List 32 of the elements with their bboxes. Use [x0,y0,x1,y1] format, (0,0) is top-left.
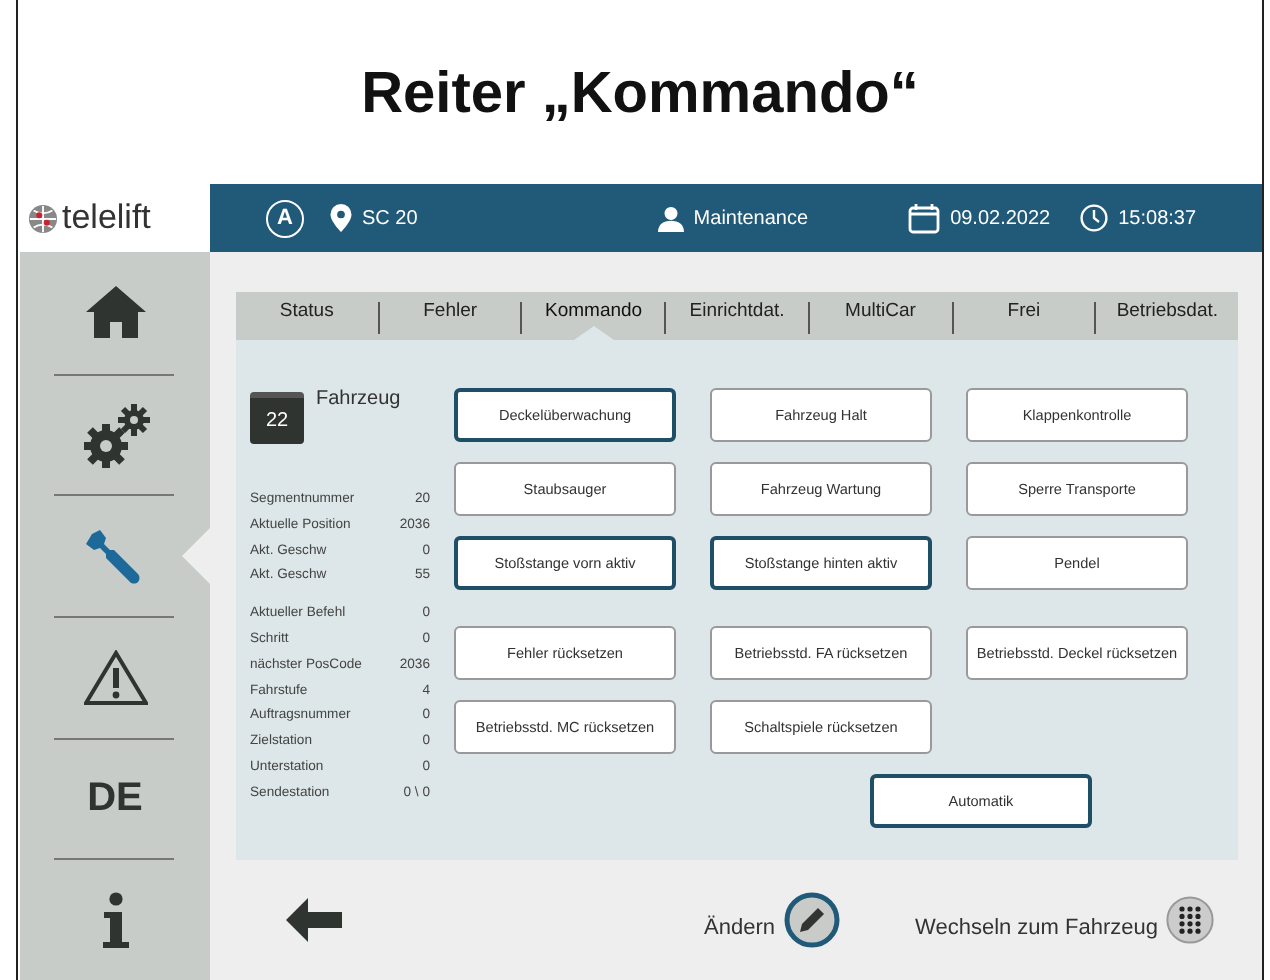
user-icon [657,205,684,231]
page-title: Reiter „Kommando“ [359,59,921,129]
gears-icon[interactable] [79,401,151,469]
warning-icon[interactable] [83,649,147,706]
calendar-icon [908,203,941,233]
back-arrow-icon[interactable] [286,898,342,942]
vehicle-number-badge: 22 [250,392,304,444]
tab[interactable]: MultiCar [809,292,952,340]
edit-pencil-button[interactable] [783,892,840,948]
clock-icon [1080,204,1109,232]
tab[interactable]: Frei [953,292,1095,340]
info-icon[interactable] [101,892,129,949]
keypad-button[interactable] [1166,896,1214,944]
location-pin-icon [330,204,352,232]
vehicle-label: Fahrzeug [316,388,401,414]
time-text: 15:08:37 [1118,207,1197,229]
tab[interactable]: Fehler [379,292,521,340]
mode-indicator: A [266,199,304,237]
logo-text: telelift [62,198,151,238]
station-text: SC 20 [362,207,418,229]
tab[interactable]: Einrichtdat. [666,292,808,340]
date-text: 09.02.2022 [950,207,1051,229]
edit-label: Ändern [704,913,776,940]
wrench-icon[interactable] [85,526,145,587]
home-icon[interactable] [85,286,145,339]
tab[interactable]: Betriebsdat. [1096,292,1239,340]
language-item[interactable]: DE [87,776,143,823]
user-text: Maintenance [693,207,809,229]
tab[interactable]: Kommando [522,292,665,340]
switch-vehicle-label: Wechseln zum Fahrzeug [915,914,1158,940]
globe-logo-icon [28,203,58,233]
tab[interactable]: Status [236,292,378,340]
